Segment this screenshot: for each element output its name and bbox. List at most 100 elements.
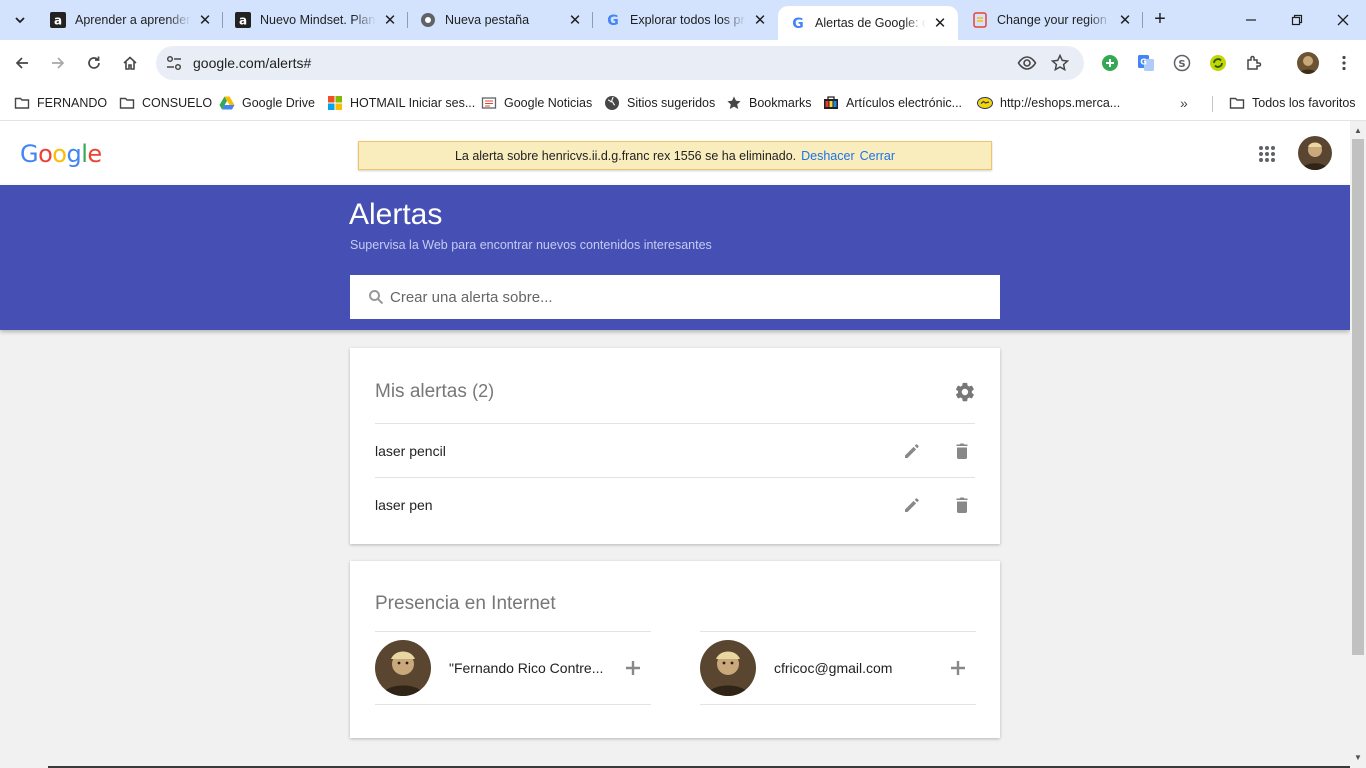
presence-item: cfricoc@gmail.com bbox=[700, 631, 976, 705]
tab-title: Change your region a bbox=[997, 13, 1111, 27]
trash-icon[interactable] bbox=[952, 495, 972, 515]
scroll-down-icon[interactable]: ▼ bbox=[1354, 753, 1362, 762]
bookmark-eshops[interactable]: http://eshops.merca... bbox=[977, 92, 1120, 114]
create-alert-input[interactable] bbox=[390, 288, 1000, 306]
browser-toolbar: google.com/alerts# G S bbox=[0, 40, 1366, 86]
tab-title: Nuevo Mindset. Planif bbox=[260, 13, 376, 27]
ext-sync-icon[interactable] bbox=[1208, 53, 1228, 73]
news-icon bbox=[481, 95, 497, 111]
forward-button[interactable] bbox=[46, 51, 70, 75]
close-window-button[interactable] bbox=[1329, 8, 1357, 32]
google-translate-icon[interactable]: G bbox=[1136, 53, 1156, 73]
close-banner-link[interactable]: Cerrar bbox=[860, 149, 895, 163]
close-tab-icon[interactable]: ✕ bbox=[932, 15, 948, 32]
bookmark-label: FERNANDO bbox=[37, 96, 108, 110]
bookmark-google-noticias[interactable]: Google Noticias bbox=[481, 92, 592, 114]
skype-icon[interactable]: S bbox=[1172, 53, 1192, 73]
tab-aprender[interactable]: a Aprender a aprender: ✕ bbox=[38, 0, 223, 40]
new-tab-button[interactable]: + bbox=[1150, 9, 1170, 30]
bookmark-label: Sitios sugeridos bbox=[627, 96, 716, 110]
my-alerts-card: Mis alertas (2) laser pencil laser pen bbox=[350, 348, 1000, 544]
minimize-button[interactable] bbox=[1237, 8, 1265, 32]
tab-search-button[interactable] bbox=[8, 8, 32, 32]
google-logo[interactable]: Google bbox=[20, 140, 102, 168]
windows-icon bbox=[327, 95, 343, 111]
scrollbar-thumb[interactable] bbox=[1352, 139, 1364, 655]
bookmark-label: HOTMAIL Iniciar ses... bbox=[350, 96, 476, 110]
restore-icon bbox=[1291, 14, 1303, 26]
bookmark-hotmail[interactable]: HOTMAIL Iniciar ses... bbox=[327, 92, 475, 114]
extensions-puzzle-icon[interactable] bbox=[1244, 53, 1264, 73]
scroll-up-icon[interactable]: ▲ bbox=[1354, 126, 1362, 135]
home-button[interactable] bbox=[118, 51, 142, 75]
search-icon bbox=[369, 290, 384, 305]
presence-title: Presencia en Internet bbox=[375, 593, 556, 614]
eye-icon[interactable] bbox=[1017, 53, 1037, 73]
close-tab-icon[interactable]: ✕ bbox=[382, 12, 398, 29]
alert-name[interactable]: laser pen bbox=[375, 497, 975, 513]
close-icon bbox=[1337, 14, 1349, 26]
pencil-icon[interactable] bbox=[902, 495, 922, 515]
svg-text:a: a bbox=[239, 14, 247, 28]
alert-row[interactable]: laser pencil bbox=[375, 423, 975, 477]
alerts-count: (2) bbox=[472, 381, 495, 401]
alert-name[interactable]: laser pencil bbox=[375, 443, 975, 459]
create-alert-box[interactable] bbox=[350, 275, 1000, 319]
account-avatar[interactable] bbox=[1298, 136, 1332, 170]
bookmark-fernando[interactable]: FERNANDO bbox=[14, 92, 107, 114]
more-bookmarks-icon[interactable]: » bbox=[1180, 95, 1188, 111]
alerts-hero: Alertas Supervisa la Web para encontrar … bbox=[0, 185, 1350, 330]
bookmark-star-icon[interactable] bbox=[1050, 53, 1070, 73]
bookmark-articulos[interactable]: Artículos electrónic... bbox=[823, 92, 962, 114]
pencil-icon[interactable] bbox=[902, 441, 922, 461]
close-tab-icon[interactable]: ✕ bbox=[197, 12, 213, 29]
tab-explorar[interactable]: G Explorar todos los pro ✕ bbox=[593, 0, 778, 40]
url-text[interactable]: google.com/alerts# bbox=[193, 55, 311, 71]
close-tab-icon[interactable]: ✕ bbox=[1117, 12, 1133, 29]
back-button[interactable] bbox=[10, 51, 34, 75]
page-subtitle: Supervisa la Web para encontrar nuevos c… bbox=[350, 238, 712, 252]
gear-icon[interactable] bbox=[954, 381, 976, 403]
trash-icon[interactable] bbox=[952, 441, 972, 461]
svg-text:G: G bbox=[607, 13, 619, 28]
profile-avatar[interactable] bbox=[1297, 52, 1319, 74]
restore-button[interactable] bbox=[1283, 8, 1311, 32]
folder-icon bbox=[1229, 95, 1245, 111]
bookmark-google-drive[interactable]: Google Drive bbox=[219, 92, 315, 114]
tab-title: Alertas de Google: co bbox=[815, 16, 926, 30]
internet-presence-card: Presencia en Internet "Fernando Rico Con… bbox=[350, 561, 1000, 738]
reload-button[interactable] bbox=[82, 51, 106, 75]
site-info-icon[interactable] bbox=[164, 53, 184, 73]
close-tab-icon[interactable]: ✕ bbox=[567, 12, 583, 29]
bookmark-sitios-sugeridos[interactable]: Sitios sugeridos bbox=[604, 92, 715, 114]
arrow-right-icon bbox=[52, 57, 65, 69]
tab-nueva-pestana[interactable]: Nueva pestaña ✕ bbox=[408, 0, 593, 40]
tab-title: Nueva pestaña bbox=[445, 13, 530, 27]
undo-link[interactable]: Deshacer bbox=[801, 149, 855, 163]
my-alerts-label: Mis alertas bbox=[375, 381, 467, 402]
menu-dots-icon[interactable] bbox=[1334, 53, 1354, 73]
google-doc-icon bbox=[972, 12, 988, 28]
vertical-scrollbar[interactable]: ▲ ▼ bbox=[1350, 121, 1366, 768]
bookmark-label: Google Drive bbox=[242, 96, 315, 110]
plus-icon[interactable] bbox=[948, 658, 968, 678]
tab-alertas-google[interactable]: G Alertas de Google: co ✕ bbox=[778, 6, 958, 40]
apps-grid-icon[interactable] bbox=[1258, 145, 1276, 163]
bookmark-consuelo[interactable]: CONSUELO bbox=[119, 92, 212, 114]
tab-nuevo-mindset[interactable]: a Nuevo Mindset. Planif ✕ bbox=[223, 0, 408, 40]
handshake-icon bbox=[977, 95, 993, 111]
academia-icon: a bbox=[235, 12, 251, 28]
svg-text:a: a bbox=[54, 14, 62, 28]
bookmark-label: http://eshops.merca... bbox=[1000, 96, 1121, 110]
drive-icon bbox=[219, 95, 235, 111]
page-content: Google La alerta sobre henricvs.ii.d.g.f… bbox=[0, 121, 1350, 768]
close-tab-icon[interactable]: ✕ bbox=[752, 12, 768, 29]
tab-change-region[interactable]: Change your region a ✕ bbox=[960, 0, 1143, 40]
ext-plus-icon[interactable] bbox=[1100, 53, 1120, 73]
alert-row[interactable]: laser pen bbox=[375, 477, 975, 531]
presence-name: "Fernando Rico Contre... bbox=[449, 660, 604, 676]
all-bookmarks[interactable]: Todos los favoritos bbox=[1229, 92, 1356, 114]
bookmark-bookmarks[interactable]: Bookmarks bbox=[726, 92, 812, 114]
plus-icon[interactable] bbox=[623, 658, 643, 678]
address-bar[interactable]: google.com/alerts# bbox=[156, 46, 1084, 80]
